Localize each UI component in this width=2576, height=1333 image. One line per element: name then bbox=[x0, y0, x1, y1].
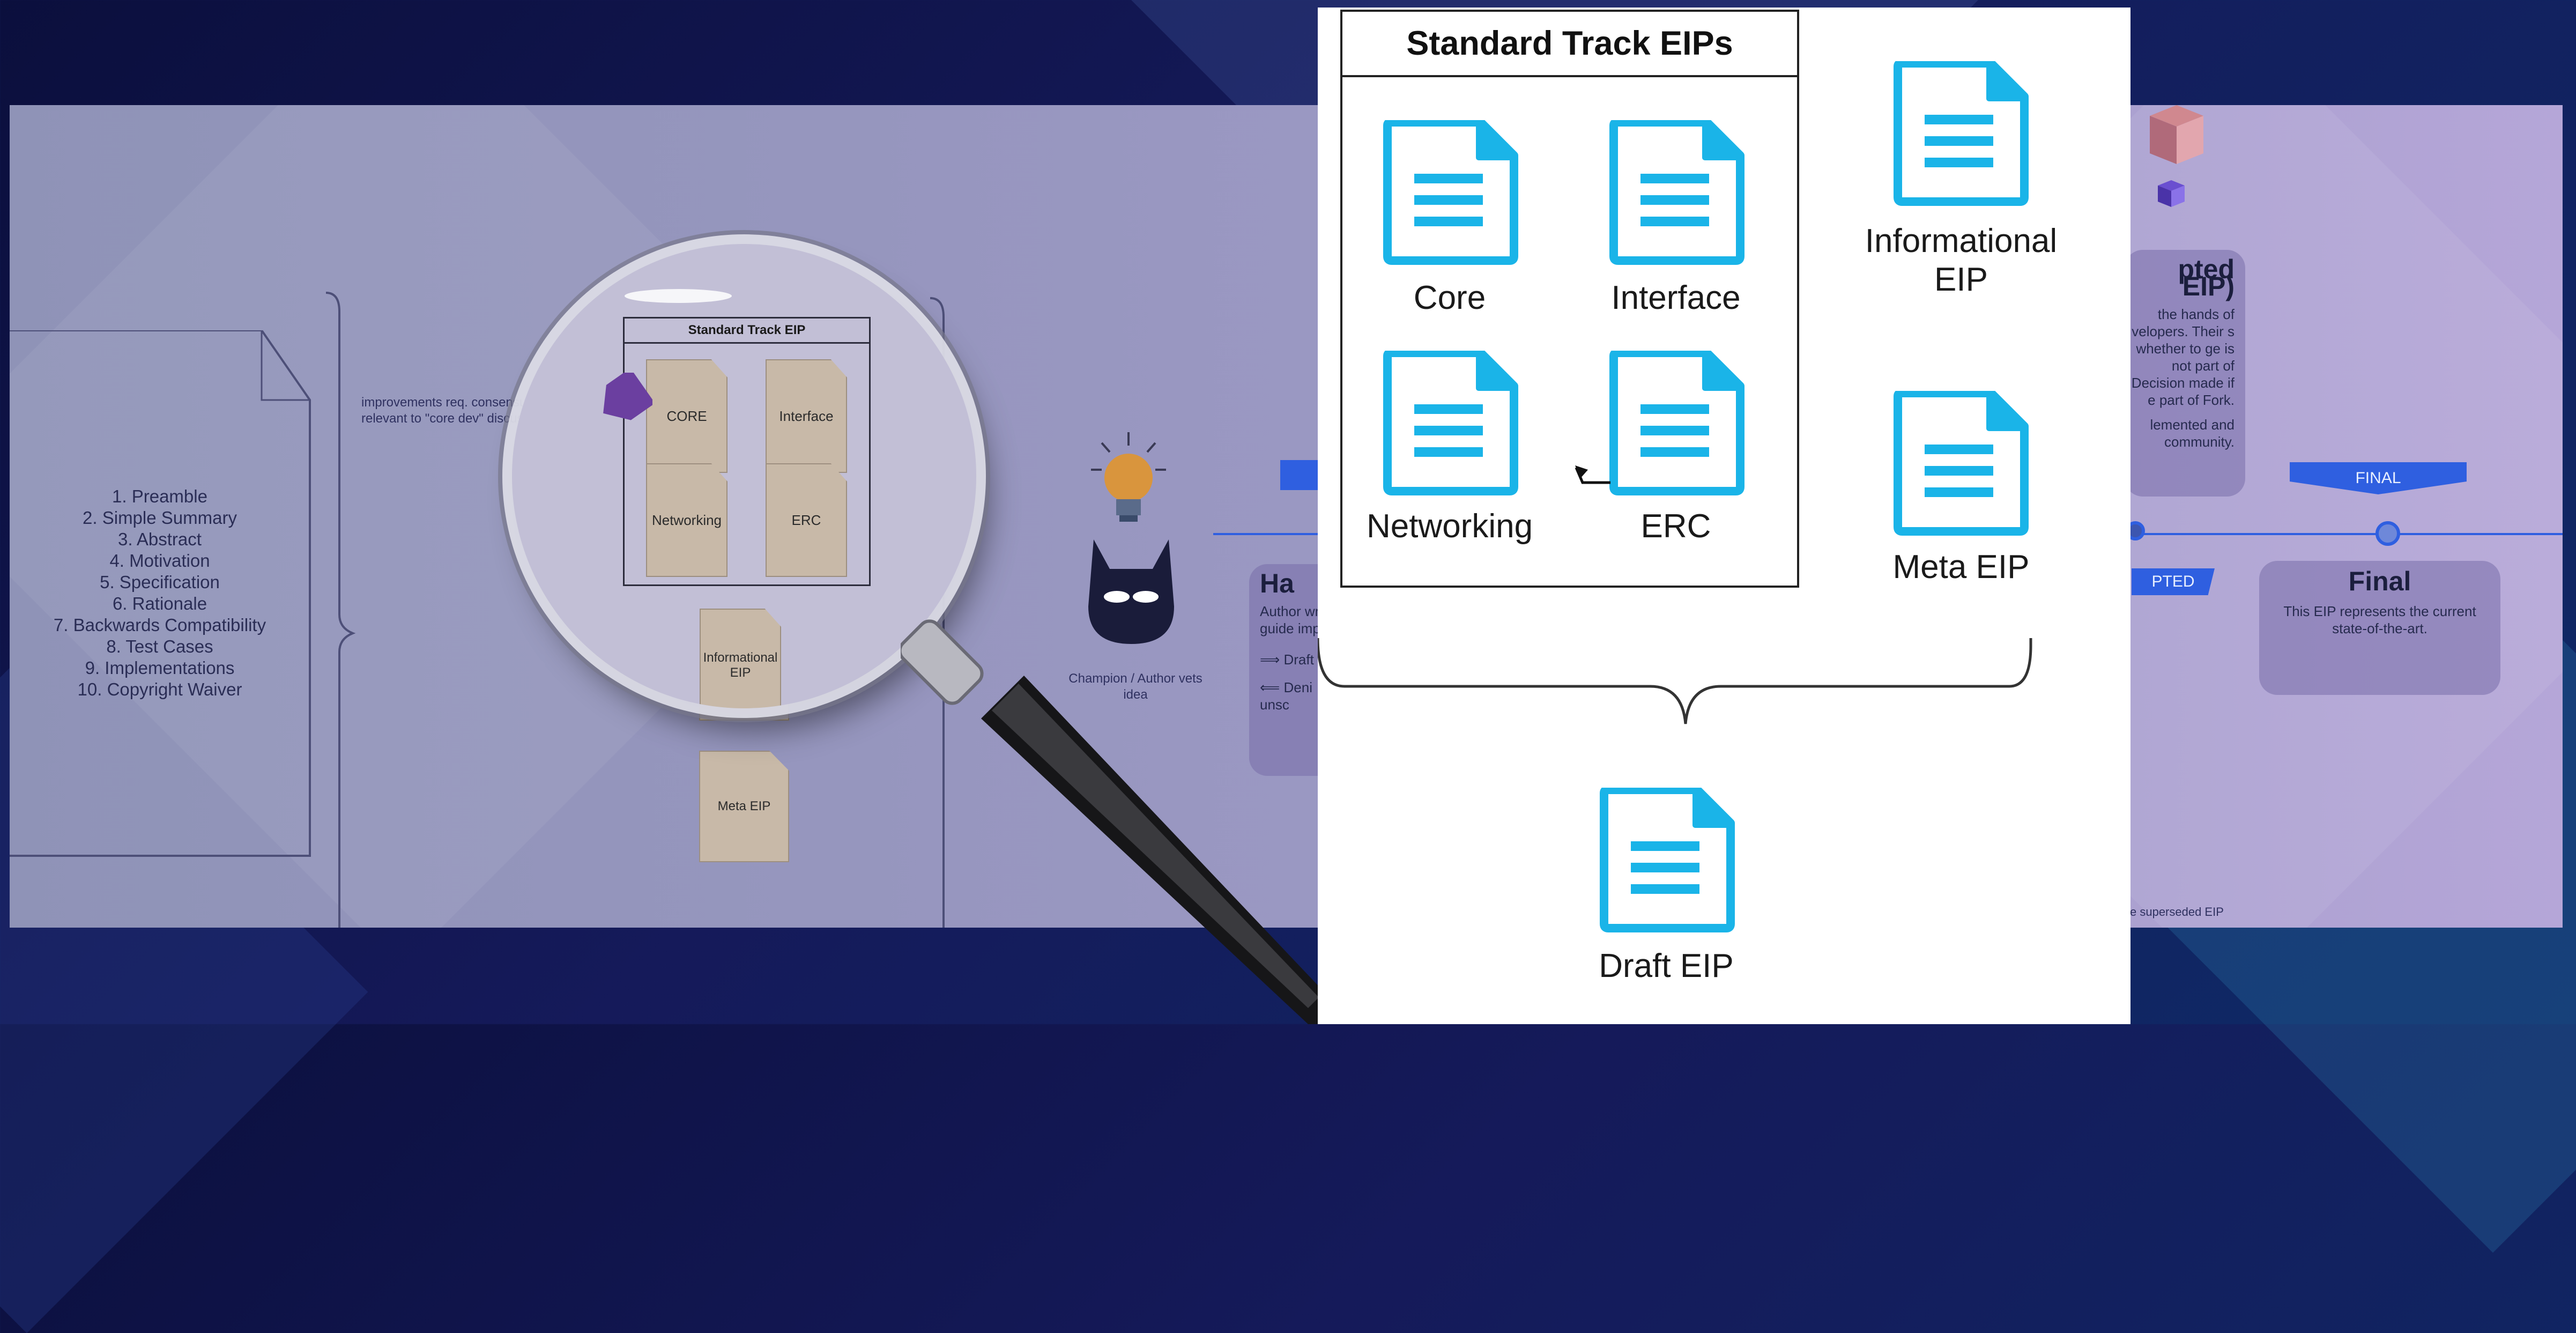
meta-label: Meta EIP bbox=[1892, 549, 2030, 586]
eip-sections-list: 1. Preamble 2. Simple Summary 3. Abstrac… bbox=[10, 486, 310, 700]
lens-doc-core: CORE bbox=[646, 359, 727, 473]
left-brace bbox=[325, 292, 356, 928]
section-item: 7. Backwards Compatibility bbox=[53, 615, 266, 635]
section-item: 1. Preamble bbox=[112, 486, 207, 506]
draft-doc-icon bbox=[1598, 788, 1735, 932]
cursor-arrow-icon bbox=[1575, 465, 1610, 484]
section-item: 10. Copyright Waiver bbox=[77, 679, 242, 699]
section-item: 6. Rationale bbox=[112, 594, 207, 613]
core-doc-icon bbox=[1381, 120, 1518, 265]
tag-icon bbox=[603, 373, 652, 420]
lightbulb-icon bbox=[1091, 432, 1166, 522]
lens-doc-informational: Informational EIP bbox=[700, 609, 781, 708]
lens-doc-erc: ERC bbox=[766, 463, 847, 577]
standard-track-title: Standard Track EIPs bbox=[1342, 12, 1797, 77]
section-item: 4. Motivation bbox=[109, 551, 210, 571]
erc-doc-icon bbox=[1607, 351, 1744, 495]
lens-standard-track-title: Standard Track EIP bbox=[625, 319, 869, 344]
erc-label: ERC bbox=[1640, 508, 1711, 545]
lens-doc-networking: Networking bbox=[646, 463, 727, 577]
networking-label: Networking bbox=[1366, 508, 1533, 545]
draft-label: Draft EIP bbox=[1599, 947, 1734, 984]
section-item: 8. Test Cases bbox=[106, 636, 213, 656]
final-card: Final This EIP represents the current st… bbox=[2259, 561, 2500, 695]
accepted-card: pted EIP) the hands of velopers. Their s… bbox=[2125, 250, 2245, 497]
meta-doc: Meta EIP bbox=[699, 751, 789, 862]
timeline-node-final bbox=[2375, 521, 2400, 546]
networking-doc-icon bbox=[1381, 351, 1518, 495]
lens-glare bbox=[625, 289, 732, 303]
magnifier-handle bbox=[901, 619, 1324, 1024]
zoomed-eip-types-panel: Standard Track EIPs Core Interface Netwo… bbox=[1318, 8, 2130, 1024]
section-item: 5. Specification bbox=[100, 572, 220, 592]
interface-doc-icon bbox=[1607, 120, 1744, 265]
blocks-icon bbox=[2150, 105, 2203, 207]
lens-doc-interface: Interface bbox=[766, 359, 847, 473]
accepted-ribbon: PTED bbox=[2132, 568, 2215, 595]
types-brace bbox=[1318, 638, 2032, 724]
superseded-note: e superseded EIP bbox=[2130, 905, 2224, 919]
section-item: 9. Implementations bbox=[85, 658, 235, 678]
section-item: 3. Abstract bbox=[118, 529, 202, 549]
interface-label: Interface bbox=[1611, 279, 1741, 316]
informational-doc-icon bbox=[1891, 61, 2029, 206]
informational-label: Informational EIP bbox=[1865, 223, 2058, 298]
section-item: 2. Simple Summary bbox=[83, 508, 237, 528]
meta-doc-icon bbox=[1891, 391, 2029, 536]
core-label: Core bbox=[1413, 279, 1486, 316]
